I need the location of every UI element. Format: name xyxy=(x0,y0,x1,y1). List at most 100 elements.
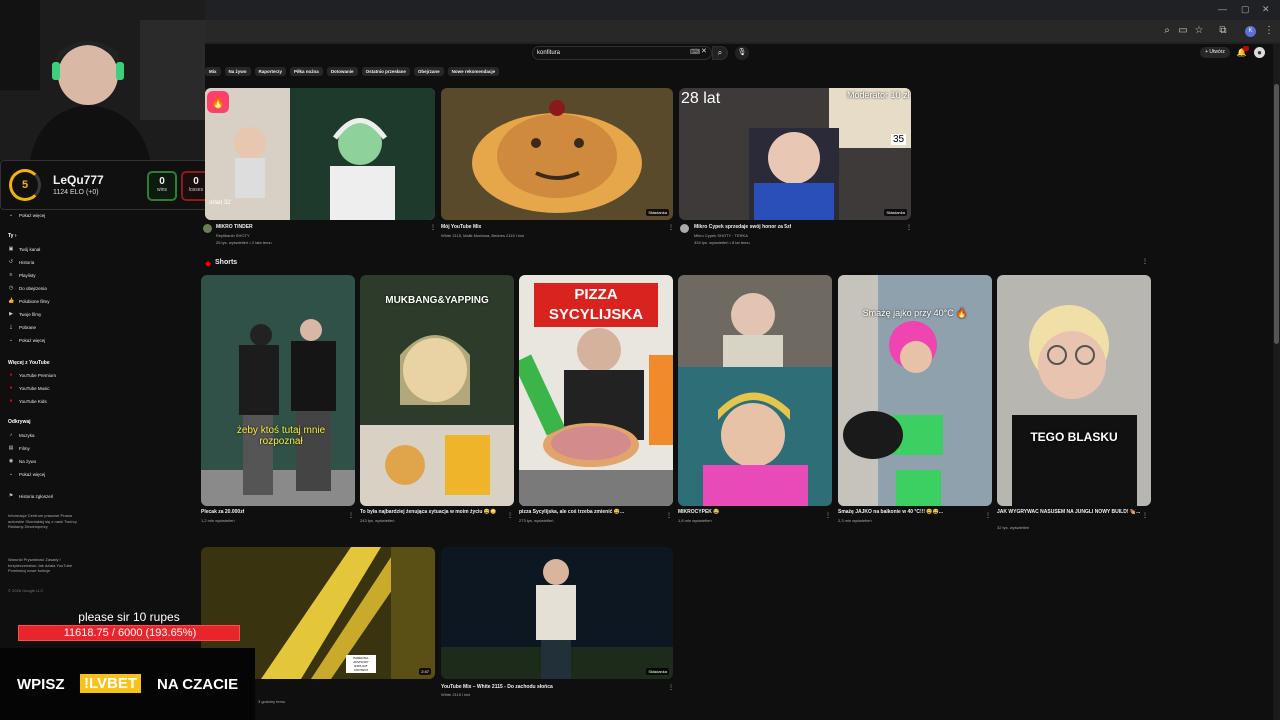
sidebar-item-music-explore[interactable]: ♪ Muzyka xyxy=(8,432,35,438)
chip-donate[interactable]: Dotowanie xyxy=(326,67,358,76)
close-window-icon[interactable]: ✕ xyxy=(1262,4,1270,15)
search-button[interactable]: ⌕ xyxy=(712,46,728,60)
short-thumbnail-5[interactable]: Smażę jajko przy 40°C 🔥 xyxy=(838,275,992,506)
shorts-more-icon[interactable]: ⋮ xyxy=(1142,258,1148,265)
thumbnail-overlay-age: 28 lat xyxy=(681,90,721,107)
short-title-3[interactable]: pizza Sycylijska, ale coś trzeba zmienić… xyxy=(519,509,624,515)
sidebar-item-premium[interactable]: ● YouTube Premium xyxy=(8,372,55,378)
short-title-6[interactable]: JAK WYGRYWAĆ NASUSEM NA JUNGLI NOWY BUIL… xyxy=(997,509,1145,515)
short-thumbnail-4[interactable] xyxy=(678,275,832,506)
sidebar-item-movies[interactable]: ▤ Filmy xyxy=(8,445,30,451)
avatar[interactable] xyxy=(680,224,689,233)
chip-reporters[interactable]: Raporterzy xyxy=(254,67,287,76)
more-options-icon[interactable]: ⋮ xyxy=(985,512,991,519)
video-thumbnail-2[interactable]: Składanka xyxy=(441,88,673,220)
filter-chips: Mix Na żywo Raporterzy Piłka nożna Dotow… xyxy=(205,67,500,77)
more-options-icon[interactable]: ⋮ xyxy=(348,512,354,519)
clear-search-icon[interactable]: ✕ xyxy=(701,47,707,55)
video-thumbnail-1[interactable]: 🔥 orlan 32 xyxy=(205,88,435,220)
more-options-icon[interactable]: ⋮ xyxy=(825,512,831,519)
footer-links-1[interactable]: Informacje Centrum prasowe Prawa autorsk… xyxy=(8,513,88,530)
account-avatar[interactable]: ● xyxy=(1254,47,1265,58)
profile-avatar[interactable]: K xyxy=(1245,26,1256,37)
scrollbar-thumb[interactable] xyxy=(1274,84,1279,344)
short-thumbnail-2[interactable]: MUKBANG&YAPPING xyxy=(360,275,514,506)
video-channel-1[interactable]: Reptilianin SHOTY xyxy=(216,233,250,238)
chevron-down-icon: ⌄ xyxy=(8,337,14,343)
sidebar-item-history[interactable]: ↺ Historia xyxy=(8,259,34,265)
chip-live[interactable]: Na żywo xyxy=(224,67,251,76)
short-thumbnail-6[interactable]: TEGO BLASKU xyxy=(997,275,1151,506)
live-icon: ◉ xyxy=(8,458,14,464)
thumbnail-overlay-mod: Moderator 10 zł xyxy=(847,90,910,100)
sidebar-item-kids[interactable]: ● YouTube Kids xyxy=(8,398,46,404)
more-options-icon[interactable]: ⋮ xyxy=(668,684,674,691)
footer-links-2[interactable]: Warunki Prywatność Zasady i bezpieczeńst… xyxy=(8,557,88,574)
more-options-icon[interactable]: ⋮ xyxy=(430,224,436,231)
search-input[interactable]: konfitura xyxy=(532,46,712,60)
short-thumbnail-1[interactable]: żeby ktoś tutaj mnie rozpoznał xyxy=(201,275,355,506)
chip-football[interactable]: Piłka nożna xyxy=(290,67,323,76)
sidebar-item-downloads[interactable]: ⤓ Pobrane xyxy=(8,324,36,330)
browser-menu-icon[interactable]: ⋮ xyxy=(1262,24,1276,38)
video-meta-4: 3 godziny temu xyxy=(258,699,286,704)
video-thumbnail-3[interactable]: 28 lat Moderator 10 zł 35 Składanka xyxy=(679,88,911,220)
sidebar-you-heading[interactable]: Ty › xyxy=(8,233,17,239)
maximize-icon[interactable]: ▢ xyxy=(1241,4,1250,15)
donation-goal-bar: 11618.75 / 6000 (193.65%) xyxy=(18,625,240,641)
short-caption-2: MUKBANG&YAPPING xyxy=(385,295,489,306)
extensions-icon[interactable]: ⧉ xyxy=(1216,24,1230,38)
video-title-3[interactable]: Mikro Cypek sprzedaje swój honor za 5zł xyxy=(694,224,791,230)
video-thumbnail-5[interactable]: Składanka xyxy=(441,547,673,679)
sidebar-item-playlists[interactable]: ≡ Playlisty xyxy=(8,272,36,278)
cast-icon[interactable]: ▭ xyxy=(1176,24,1190,38)
sidebar-item-your-videos[interactable]: ▶ Twoje filmy xyxy=(8,311,41,317)
sidebar-item-liked[interactable]: 👍 Polubione filmy xyxy=(8,298,50,304)
chip-watched[interactable]: Obejrzane xyxy=(413,67,444,76)
minimize-icon[interactable]: — xyxy=(1218,4,1227,14)
sidebar-item-label: Pokaż więcej xyxy=(19,337,46,343)
video-title-1[interactable]: MIKRO TINDER xyxy=(216,224,253,230)
tinder-logo-icon: 🔥 xyxy=(207,91,229,113)
sidebar-item-label: Do obejrzenia xyxy=(19,285,47,291)
more-options-icon[interactable]: ⋮ xyxy=(507,512,513,519)
sidebar-item-music[interactable]: ● YouTube Music xyxy=(8,385,49,391)
video-title-5[interactable]: YouTube Mix – White 2115 - Do zachodu sł… xyxy=(441,684,553,690)
create-button[interactable]: + Utwórz xyxy=(1200,47,1230,58)
zoom-icon[interactable]: ⌕ xyxy=(1160,24,1174,38)
chip-recent[interactable]: Ostatnio przesłane xyxy=(361,67,410,76)
wins-counter: 0 wins xyxy=(147,171,177,201)
video-channel-3[interactable]: Mikro Cypek SHOTY · TERKA xyxy=(694,233,748,238)
more-options-icon[interactable]: ⋮ xyxy=(666,512,672,519)
more-options-icon[interactable]: ⋮ xyxy=(668,224,674,231)
parental-advisory-label: PARENTAL ADVISORY EXPLICIT CONTENT xyxy=(346,655,376,673)
chip-mix[interactable]: Mix xyxy=(205,67,221,76)
sidebar-item-watch-later[interactable]: ◷ Do obejrzenia xyxy=(8,285,47,291)
sidebar-show-more-3[interactable]: ⌄ Pokaż więcej xyxy=(8,471,45,477)
sidebar-explore-heading: Odkrywaj xyxy=(8,419,31,425)
chip-new-recommendations[interactable]: Nowe rekomendacje xyxy=(447,67,500,76)
promo-code: !LVBET xyxy=(80,674,142,693)
video-channel-2[interactable]: White 2115, Malik Montana, Bedoes 2115 i… xyxy=(441,233,524,238)
sidebar-item-live[interactable]: ◉ Na żywo xyxy=(8,458,36,464)
keyboard-icon[interactable]: ⌨ xyxy=(690,48,700,56)
sidebar-show-more-2[interactable]: ⌄ Pokaż więcej xyxy=(8,337,45,343)
thumbnail-image xyxy=(678,275,832,506)
short-title-2[interactable]: To była najbardziej żenująca sytuacja w … xyxy=(360,509,496,515)
bookmark-star-icon[interactable]: ☆ xyxy=(1192,24,1206,38)
sidebar-show-more-1[interactable]: ⌄ Pokaż więcej xyxy=(8,212,45,218)
sidebar-item-your-channel[interactable]: ▣ Twój kanał xyxy=(8,246,41,252)
thumbnail-image xyxy=(441,88,673,220)
sidebar-item-report-history[interactable]: ⚑ Historia zgłoszeń xyxy=(8,493,54,499)
short-title-1[interactable]: Plecak za 20.000zł xyxy=(201,509,244,515)
short-thumbnail-3[interactable]: PIZZA SYCYLIJSKA xyxy=(519,275,673,506)
avatar[interactable] xyxy=(203,224,212,233)
short-title-5[interactable]: Smażę JAJKO na balkonie w 40 °C!!! 😅😅... xyxy=(838,509,943,515)
short-title-4[interactable]: MIKROCYPEK 😂 xyxy=(678,509,720,515)
video-title-2[interactable]: Mój YouTube Mix xyxy=(441,224,481,230)
more-options-icon[interactable]: ⋮ xyxy=(1142,512,1148,519)
scrollbar[interactable] xyxy=(1273,44,1280,720)
voice-search-button[interactable]: 🎙 xyxy=(735,46,749,60)
more-options-icon[interactable]: ⋮ xyxy=(906,224,912,231)
sidebar: ⌄ Pokaż więcej Ty › ▣ Twój kanał ↺ Historia… xyxy=(0,210,90,600)
